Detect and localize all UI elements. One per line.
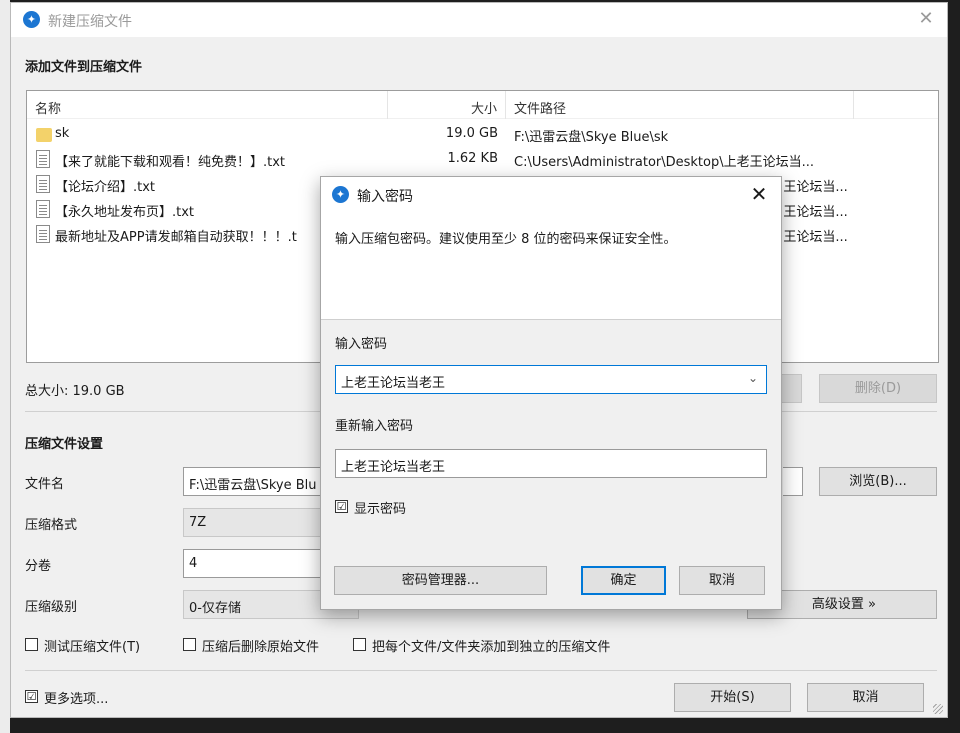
chevron-down-icon[interactable]: ⌄ — [748, 372, 760, 384]
file-list-header: 名称 大小 文件路径 — [27, 91, 938, 119]
column-header-size[interactable]: 大小 — [471, 98, 497, 117]
column-divider[interactable] — [505, 91, 506, 119]
column-header-name[interactable]: 名称 — [35, 98, 61, 117]
start-button[interactable]: 开始(S) — [674, 683, 791, 712]
filename-input[interactable]: F:\迅雷云盘\Skye Blu — [183, 467, 333, 496]
password-label: 输入密码 — [335, 337, 388, 352]
column-divider[interactable] — [387, 91, 388, 119]
browse-button[interactable]: 浏览(B)... — [819, 467, 937, 496]
file-path: F:\迅雷云盘\Skye Blue\sk — [514, 130, 669, 145]
dialog-titlebar: ✦ 输入密码 ✕ — [321, 177, 781, 211]
format-select[interactable]: 7Z — [183, 508, 333, 537]
settings-section-title: 压缩文件设置 — [25, 437, 104, 452]
file-size: 19.0 GB — [445, 126, 498, 141]
file-name: sk — [55, 126, 70, 141]
format-label: 压缩格式 — [25, 518, 78, 533]
password-combo[interactable]: 上老王论坛当老王 ⌄ — [335, 365, 767, 394]
level-label: 压缩级别 — [25, 600, 78, 615]
test-archive-label[interactable]: 测试压缩文件(T) — [44, 636, 140, 655]
split-input[interactable]: 4 — [183, 549, 333, 578]
password-value: 上老王论坛当老王 — [341, 376, 446, 391]
show-password-label[interactable]: 显示密码 — [354, 498, 406, 517]
file-size: 1.62 KB — [447, 151, 498, 166]
password-manager-button[interactable]: 密码管理器... — [334, 566, 547, 595]
file-row[interactable]: 【来了就能下载和观看！纯免费！】.txt 1.62 KB C:\Users\Ad… — [27, 147, 938, 172]
dialog-description: 输入压缩包密码。建议使用至少 8 位的密码来保证安全性。 — [335, 232, 677, 247]
more-options-checkbox[interactable]: ☑ — [25, 690, 38, 703]
file-name: 【论坛介绍】.txt — [55, 180, 156, 195]
text-file-icon — [36, 150, 50, 168]
close-icon[interactable]: ✕ — [911, 6, 941, 32]
folder-icon — [36, 128, 52, 142]
delete-after-label[interactable]: 压缩后删除原始文件 — [202, 636, 319, 655]
delete-button[interactable]: 删除(D) — [819, 374, 937, 403]
file-name: 最新地址及APP请发邮箱自动获取！！！.t — [55, 230, 297, 245]
filename-input-end[interactable] — [783, 467, 803, 496]
column-header-path[interactable]: 文件路径 — [514, 98, 566, 117]
dialog-description-panel: 输入压缩包密码。建议使用至少 8 位的密码来保证安全性。 — [321, 211, 781, 320]
separate-archives-checkbox[interactable] — [353, 638, 366, 651]
filename-label: 文件名 — [25, 477, 65, 492]
window-title: 新建压缩文件 — [48, 14, 132, 30]
file-name: 【来了就能下载和观看！纯免费！】.txt — [55, 155, 286, 170]
file-row[interactable]: sk 19.0 GB F:\迅雷云盘\Skye Blue\sk — [27, 122, 938, 147]
ok-button[interactable]: 确定 — [581, 566, 666, 595]
dialog-cancel-button[interactable]: 取消 — [679, 566, 765, 595]
more-options-label[interactable]: 更多选项... — [44, 688, 108, 707]
add-files-section-title: 添加文件到压缩文件 — [25, 60, 143, 75]
text-file-icon — [36, 225, 50, 243]
dialog-title: 输入密码 — [357, 189, 413, 205]
resize-grip-icon[interactable] — [933, 704, 943, 714]
file-path: ...王论坛当... — [771, 180, 848, 195]
test-archive-checkbox[interactable] — [25, 638, 38, 651]
background-window-edge — [0, 0, 10, 733]
separate-archives-label[interactable]: 把每个文件/文件夹添加到独立的压缩文件 — [372, 636, 610, 655]
reenter-password-input[interactable]: 上老王论坛当老王 — [335, 449, 767, 478]
show-password-checkbox[interactable]: ☑ — [335, 500, 348, 513]
file-path: ...王论坛当... — [771, 230, 848, 245]
close-icon[interactable]: ✕ — [745, 180, 773, 208]
app-logo-icon: ✦ — [23, 11, 40, 28]
delete-after-checkbox[interactable] — [183, 638, 196, 651]
file-path: ...王论坛当... — [771, 205, 848, 220]
text-file-icon — [36, 175, 50, 193]
total-size-label: 总大小: 19.0 GB — [25, 384, 125, 399]
column-divider[interactable] — [853, 91, 854, 119]
split-label: 分卷 — [25, 559, 52, 574]
text-file-icon — [36, 200, 50, 218]
file-path: C:\Users\Administrator\Desktop\上老王论坛当... — [514, 155, 815, 170]
window-titlebar: ✦ 新建压缩文件 ✕ — [11, 3, 947, 37]
password-dialog: ✦ 输入密码 ✕ 输入压缩包密码。建议使用至少 8 位的密码来保证安全性。 输入… — [320, 176, 782, 610]
app-logo-icon: ✦ — [332, 186, 349, 203]
cancel-button[interactable]: 取消 — [807, 683, 924, 712]
file-name: 【永久地址发布页】.txt — [55, 205, 195, 220]
reenter-password-label: 重新输入密码 — [335, 419, 414, 434]
divider — [25, 670, 937, 671]
